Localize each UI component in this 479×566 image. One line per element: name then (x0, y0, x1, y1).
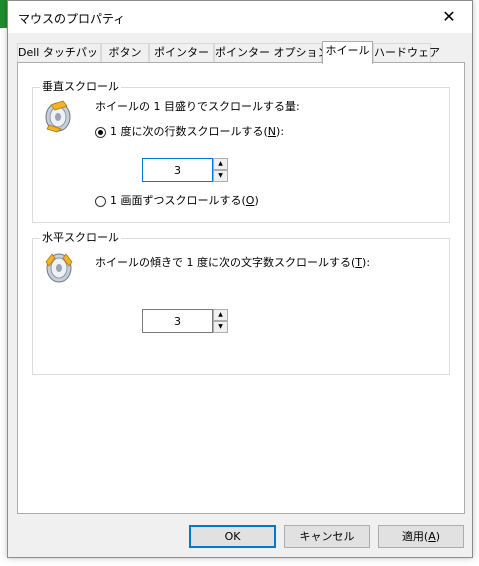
chars-input[interactable] (142, 309, 213, 333)
tab-dell-touchpad[interactable]: Dell タッチパッド (17, 43, 109, 63)
apply-label-accel: A (428, 530, 436, 543)
spin-down-icon: ▼ (218, 323, 223, 330)
mouse-properties-dialog: マウスのプロパティ ✕ Dell タッチパッド ボタン ポインター ポインター … (7, 0, 473, 558)
apply-label-suffix: ) (435, 530, 441, 543)
close-icon: ✕ (442, 7, 456, 26)
apply-button[interactable]: 適用(A) (378, 525, 464, 548)
lines-label-suffix: ): (276, 125, 285, 138)
lines-spin-down[interactable]: ▼ (213, 170, 228, 182)
title-bar[interactable]: マウスのプロパティ ✕ (8, 1, 472, 33)
window-title: マウスのプロパティ (18, 12, 126, 26)
vertical-scroll-description: ホイールの 1 目盛りでスクロールする量: (95, 100, 300, 113)
lines-input[interactable] (142, 158, 213, 182)
lines-radio-label[interactable]: 1 度に次の行数スクロールする(N): (110, 125, 284, 139)
close-button[interactable]: ✕ (426, 1, 472, 32)
spin-up-icon: ▲ (218, 160, 223, 167)
horizontal-scroll-title: 水平スクロール (40, 231, 121, 245)
spin-up-icon: ▲ (218, 311, 223, 318)
spin-down-icon: ▼ (218, 172, 223, 179)
horizontal-scroll-group: 水平スクロール ホイールの傾きで 1 度に次の文字数スクロールする(T): ▲ … (32, 231, 450, 375)
screen-radio[interactable] (95, 196, 106, 207)
chars-spinner-buttons: ▲ ▼ (213, 309, 228, 333)
screen-label-suffix: ) (254, 194, 259, 207)
tab-hardware[interactable]: ハードウェア (373, 43, 440, 63)
lines-label-accel: N (267, 125, 277, 138)
horizontal-scroll-description: ホイールの傾きで 1 度に次の文字数スクロールする(T): (95, 256, 370, 270)
lines-spin-up[interactable]: ▲ (213, 158, 228, 170)
lines-radio[interactable] (95, 127, 106, 138)
tab-pointers[interactable]: ポインター (149, 43, 214, 63)
tab-pointer-options[interactable]: ポインター オプション (214, 43, 329, 63)
chars-label-suffix: ): (362, 256, 371, 269)
tab-buttons[interactable]: ボタン (101, 43, 149, 63)
cancel-button[interactable]: キャンセル (284, 525, 370, 548)
vertical-scroll-title: 垂直スクロール (40, 80, 121, 94)
ok-button[interactable]: OK (189, 525, 276, 548)
lines-label-prefix: 1 度に次の行数スクロールする( (110, 125, 268, 138)
chars-label-prefix: ホイールの傾きで 1 度に次の文字数スクロールする( (95, 256, 356, 269)
lines-spinner-buttons: ▲ ▼ (213, 158, 228, 182)
screen-label-prefix: 1 画面ずつスクロールする( (110, 194, 246, 207)
chars-spin-down[interactable]: ▼ (213, 321, 228, 333)
mouse-wheel-icon (45, 100, 71, 133)
apply-label-prefix: 適用( (401, 530, 429, 543)
mouse-wheel-tilt-icon (45, 253, 73, 283)
tab-wheel[interactable]: ホイール (322, 41, 373, 64)
screen-radio-label[interactable]: 1 画面ずつスクロールする(O) (110, 194, 259, 208)
wheel-tab-panel: 垂直スクロール ホイールの 1 目盛りでスクロールする量: 1 度に次の行数スク… (17, 62, 465, 514)
chars-spin-up[interactable]: ▲ (213, 309, 228, 321)
vertical-scroll-group: 垂直スクロール ホイールの 1 目盛りでスクロールする量: 1 度に次の行数スク… (32, 80, 450, 223)
